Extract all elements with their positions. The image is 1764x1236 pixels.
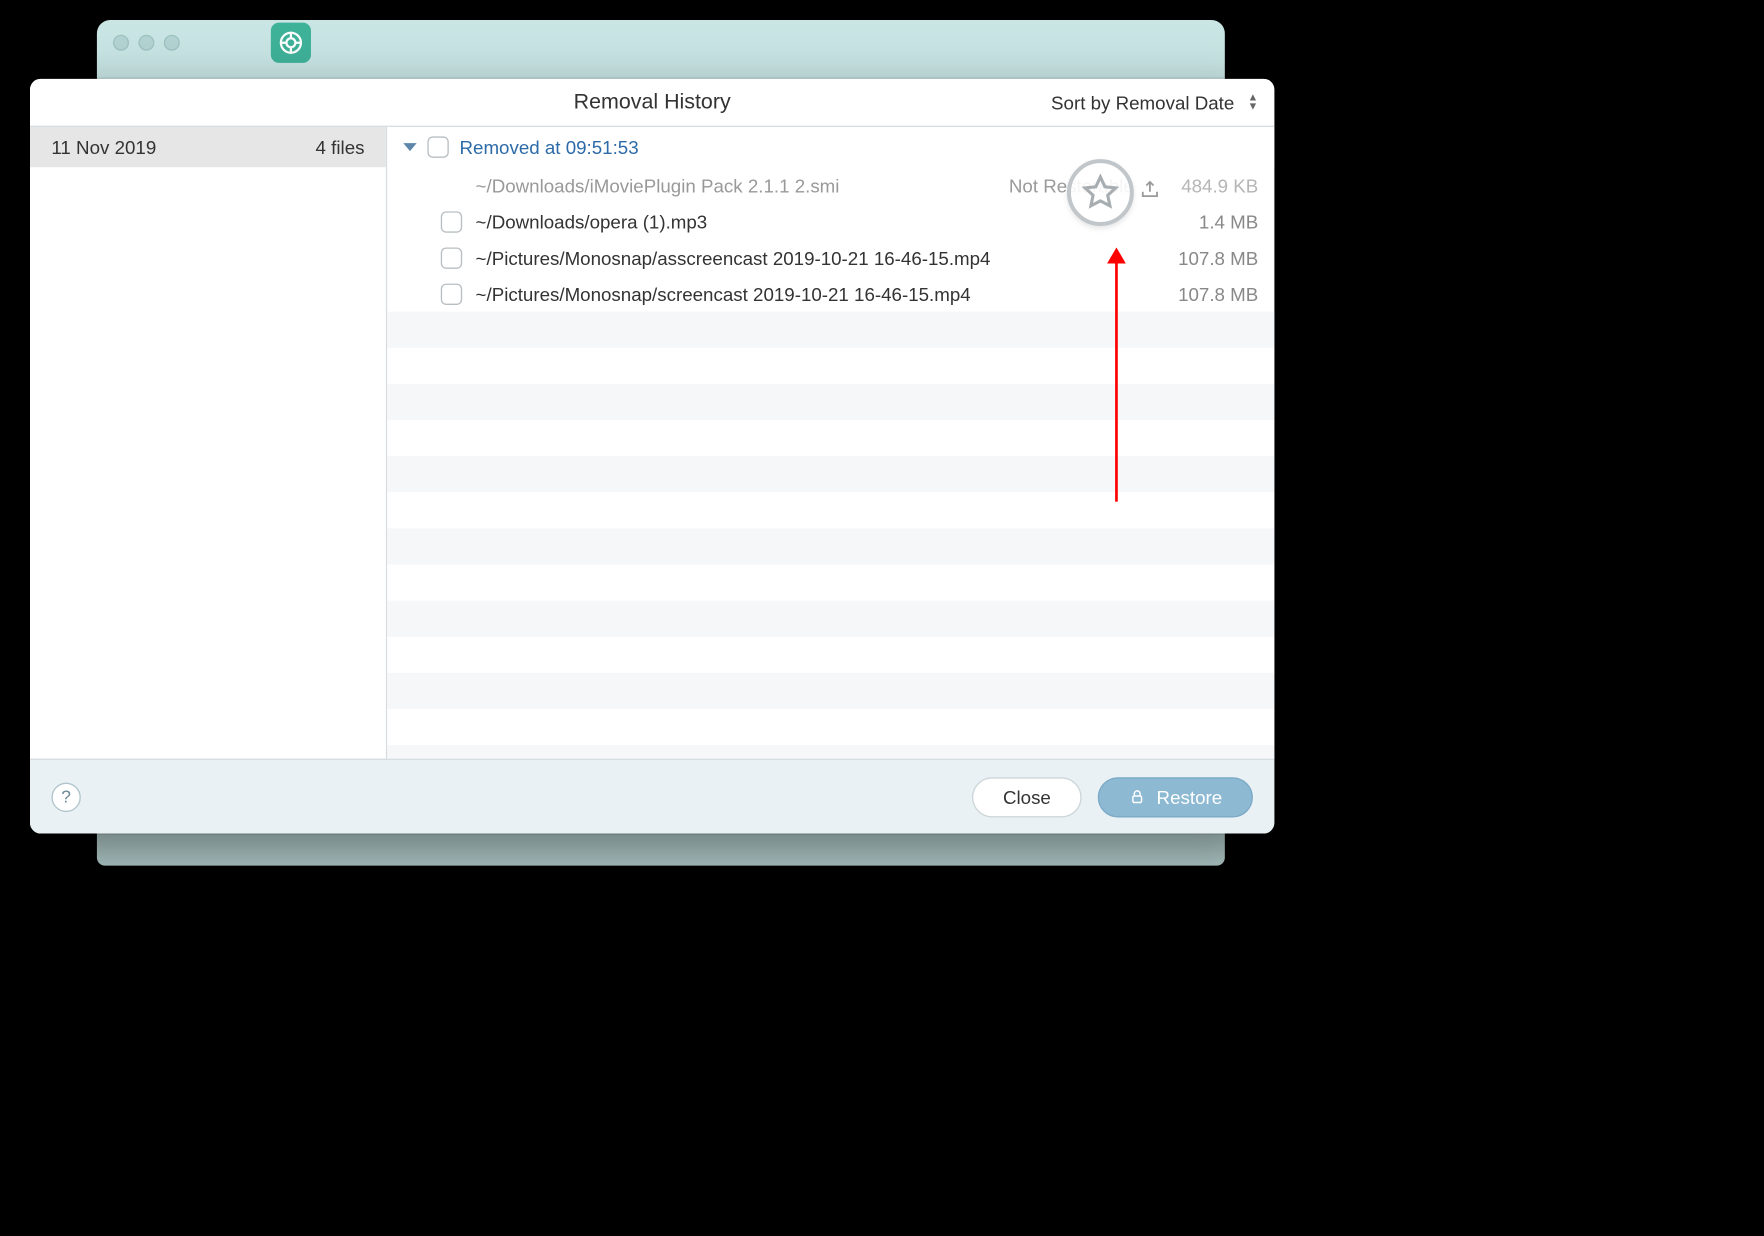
file-checkbox[interactable] [441,283,462,304]
sort-dropdown[interactable]: Sort by Removal Date ▲▼ [1051,92,1258,113]
sort-label: Sort by Removal Date [1051,92,1234,113]
restore-button[interactable]: Restore [1098,777,1253,817]
file-path: ~/Downloads/opera (1).mp3 [476,211,1145,232]
removal-history-dialog: Removal History Sort by Removal Date ▲▼ … [30,79,1274,834]
help-icon: ? [61,787,71,807]
lock-icon [1128,788,1145,805]
file-path: ~/Downloads/iMoviePlugin Pack 2.1.1 2.sm… [476,175,996,196]
chevron-updown-icon: ▲▼ [1248,94,1259,111]
dialog-header: Removal History Sort by Removal Date ▲▼ [30,79,1274,127]
sidebar-file-count: 4 files [316,136,365,157]
close-button[interactable]: Close [972,777,1081,817]
app-logo-icon [271,23,311,63]
disclosure-triangle-icon[interactable] [403,143,416,151]
titlebar [97,20,1225,65]
date-sidebar: 11 Nov 2019 4 files [30,127,387,759]
zoom-window-icon[interactable] [164,35,180,51]
sidebar-date: 11 Nov 2019 [51,136,156,157]
close-window-icon[interactable] [113,35,129,51]
dialog-title: Removal History [574,90,731,114]
dialog-footer: ? Close Restore [30,759,1274,834]
file-row[interactable]: ~/Pictures/Monosnap/asscreencast 2019-10… [387,239,1274,275]
minimize-window-icon[interactable] [138,35,154,51]
file-path: ~/Pictures/Monosnap/screencast 2019-10-2… [476,283,1145,304]
group-checkbox[interactable] [427,136,448,157]
file-size: 107.8 MB [1158,247,1258,268]
file-size: 1.4 MB [1158,211,1258,232]
group-label: Removed at 09:51:53 [459,136,638,157]
file-row[interactable]: ~/Pictures/Monosnap/screencast 2019-10-2… [387,276,1274,312]
annotation-arrow [1115,261,1118,502]
sidebar-date-item[interactable]: 11 Nov 2019 4 files [30,127,386,167]
help-button[interactable]: ? [51,782,80,811]
export-icon[interactable] [1139,179,1160,207]
file-checkbox[interactable] [441,211,462,232]
file-checkbox[interactable] [441,247,462,268]
star-badge-icon[interactable] [1067,159,1134,226]
file-size: 107.8 MB [1158,283,1258,304]
file-size: 484.9 KB [1158,175,1258,196]
file-list: Removed at 09:51:53 ~/Downloads/iMoviePl… [387,127,1274,759]
traffic-lights[interactable] [113,35,180,51]
file-path: ~/Pictures/Monosnap/asscreencast 2019-10… [476,247,1145,268]
